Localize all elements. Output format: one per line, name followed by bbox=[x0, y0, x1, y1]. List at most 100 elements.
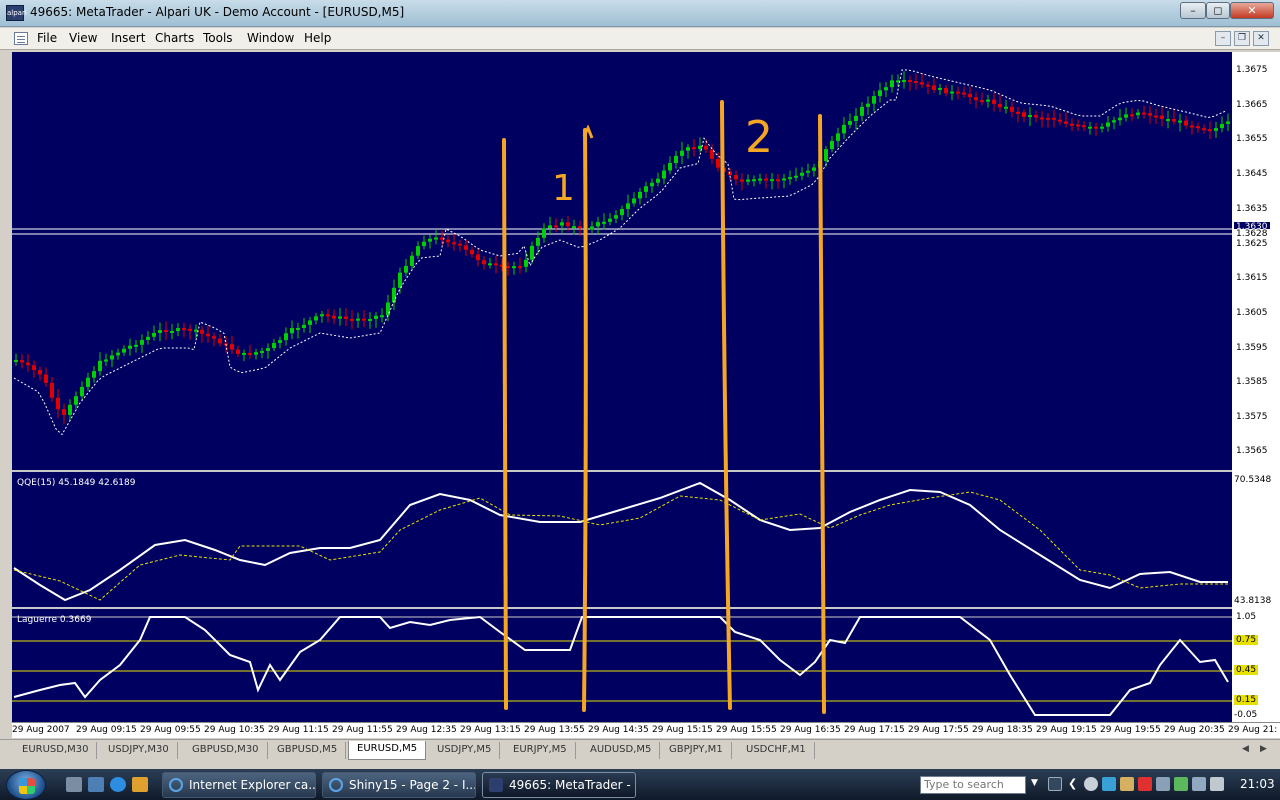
start-button[interactable] bbox=[6, 770, 46, 800]
bear-candle bbox=[20, 359, 24, 363]
switch-windows-icon[interactable] bbox=[88, 777, 104, 792]
bull-candle bbox=[878, 90, 882, 97]
bull-candle bbox=[266, 348, 270, 351]
tab-gbpjpy-m1[interactable]: GBPJPY,M1 bbox=[661, 742, 732, 759]
bear-candle bbox=[740, 179, 744, 182]
bull-candle bbox=[128, 345, 132, 349]
bull-candle bbox=[752, 179, 756, 182]
bear-candle bbox=[1094, 126, 1098, 129]
bull-candle bbox=[848, 121, 852, 125]
volume-icon[interactable] bbox=[1210, 777, 1224, 791]
bear-candle bbox=[926, 84, 930, 87]
bear-candle bbox=[908, 80, 912, 83]
time-label: 29 Aug 09:55 bbox=[140, 725, 201, 735]
tab-eurjpy-m5[interactable]: EURJPY,M5 bbox=[505, 742, 576, 759]
metatrader-icon bbox=[489, 778, 503, 792]
bear-candle bbox=[974, 97, 978, 101]
bull-candle bbox=[1100, 126, 1104, 129]
bull-candle bbox=[788, 177, 792, 180]
internet-explorer-icon[interactable] bbox=[110, 777, 126, 792]
tab-usdjpy-m5[interactable]: USDJPY,M5 bbox=[429, 742, 501, 759]
tray-box-icon[interactable] bbox=[1048, 777, 1062, 791]
bear-candle bbox=[32, 365, 36, 371]
tray-expand-icon[interactable]: ❮ bbox=[1068, 777, 1077, 790]
bull-candle bbox=[1106, 122, 1110, 127]
bull-candle bbox=[260, 350, 264, 353]
chart-drawing: 12 bbox=[12, 69, 1232, 716]
bull-candle bbox=[800, 172, 804, 176]
bear-candle bbox=[1010, 106, 1014, 112]
tab-gbpusd-m30[interactable]: GBPUSD,M30 bbox=[184, 742, 268, 759]
bull-candle bbox=[140, 339, 144, 345]
tab-audusd-m5[interactable]: AUDUSD,M5 bbox=[582, 742, 661, 759]
tab-scroll-left-icon[interactable]: ◀ bbox=[1242, 744, 1249, 754]
bear-candle bbox=[248, 352, 252, 355]
bull-candle bbox=[872, 96, 876, 104]
tab-usdchf-m1[interactable]: USDCHF,M1 bbox=[738, 742, 815, 759]
tab-gbpusd-m5[interactable]: GBPUSD,M5 bbox=[269, 742, 347, 759]
bull-candle bbox=[1028, 115, 1032, 118]
bear-candle bbox=[458, 243, 462, 246]
time-label: 29 Aug 09:15 bbox=[76, 725, 137, 735]
bull-candle bbox=[68, 404, 72, 415]
bear-candle bbox=[182, 328, 186, 331]
bear-candle bbox=[992, 99, 996, 104]
laguerre-line bbox=[13, 615, 1229, 716]
bear-candle bbox=[764, 178, 768, 181]
tab-eurusd-m5[interactable]: EURUSD,M5 bbox=[348, 741, 427, 760]
tray-app-icon[interactable] bbox=[1102, 777, 1116, 791]
bull-candle bbox=[650, 182, 654, 187]
bull-candle bbox=[272, 342, 276, 349]
show-desktop-icon[interactable] bbox=[66, 777, 82, 792]
subwindow-separator bbox=[12, 607, 1232, 609]
taskbar-search-input[interactable]: Type to search bbox=[920, 776, 1026, 794]
bear-candle bbox=[200, 329, 204, 334]
time-label: 29 Aug 12:35 bbox=[396, 725, 457, 735]
bear-candle bbox=[776, 179, 780, 182]
bull-candle bbox=[380, 315, 384, 318]
bull-candle bbox=[572, 226, 576, 229]
subwindow-separator bbox=[12, 470, 1232, 472]
network-icon[interactable] bbox=[1192, 777, 1206, 791]
bull-candle bbox=[284, 333, 288, 341]
media-player-icon[interactable] bbox=[132, 777, 148, 792]
time-label: 29 Aug 15:15 bbox=[652, 725, 713, 735]
annotation-label-1: 1 bbox=[552, 168, 575, 209]
bull-candle bbox=[398, 272, 402, 288]
bull-candle bbox=[602, 221, 606, 224]
bear-candle bbox=[1184, 120, 1188, 126]
tray-app-icon[interactable] bbox=[1084, 777, 1098, 791]
taskbar-internet-explorer[interactable]: Internet Explorer ca... bbox=[162, 772, 316, 798]
search-dropdown-icon[interactable]: ▼ bbox=[1031, 778, 1038, 788]
bear-candle bbox=[716, 158, 720, 168]
time-label: 29 Aug 10:35 bbox=[204, 725, 265, 735]
bull-candle bbox=[1088, 126, 1092, 129]
tray-app-icon[interactable] bbox=[1156, 777, 1170, 791]
tab-usdjpy-m30[interactable]: USDJPY,M30 bbox=[100, 742, 178, 759]
time-label: 29 Aug 13:15 bbox=[460, 725, 521, 735]
bear-candle bbox=[962, 92, 966, 95]
taskbar-shiny15[interactable]: Shiny15 - Page 2 - I... bbox=[322, 772, 476, 798]
bear-candle bbox=[452, 242, 456, 245]
qqe-main-line bbox=[13, 481, 1228, 602]
taskbar-metatrader[interactable]: 49665: MetaTrader - ... bbox=[482, 772, 636, 798]
bull-candle bbox=[536, 237, 540, 246]
bear-candle bbox=[704, 145, 708, 150]
bull-candle bbox=[110, 355, 114, 360]
bull-candle bbox=[656, 178, 660, 183]
time-label: 29 Aug 15:55 bbox=[716, 725, 777, 735]
tab-eurusd-m30[interactable]: EURUSD,M30 bbox=[14, 742, 98, 759]
bull-candle bbox=[560, 222, 564, 226]
bear-candle bbox=[482, 260, 486, 265]
time-label: 29 Aug 19:55 bbox=[1100, 725, 1161, 735]
bear-candle bbox=[26, 362, 30, 366]
tab-scroll-right-icon[interactable]: ▶ bbox=[1260, 744, 1267, 754]
taskbar-clock[interactable]: 21:03 bbox=[1240, 777, 1275, 791]
tray-app-icon[interactable] bbox=[1174, 777, 1188, 791]
tray-app-icon[interactable] bbox=[1120, 777, 1134, 791]
bull-candle bbox=[80, 386, 84, 397]
annotation-label-2: 2 bbox=[745, 112, 773, 163]
tray-app-icon[interactable] bbox=[1138, 777, 1152, 791]
bear-candle bbox=[470, 249, 474, 255]
bull-candle bbox=[860, 106, 864, 116]
